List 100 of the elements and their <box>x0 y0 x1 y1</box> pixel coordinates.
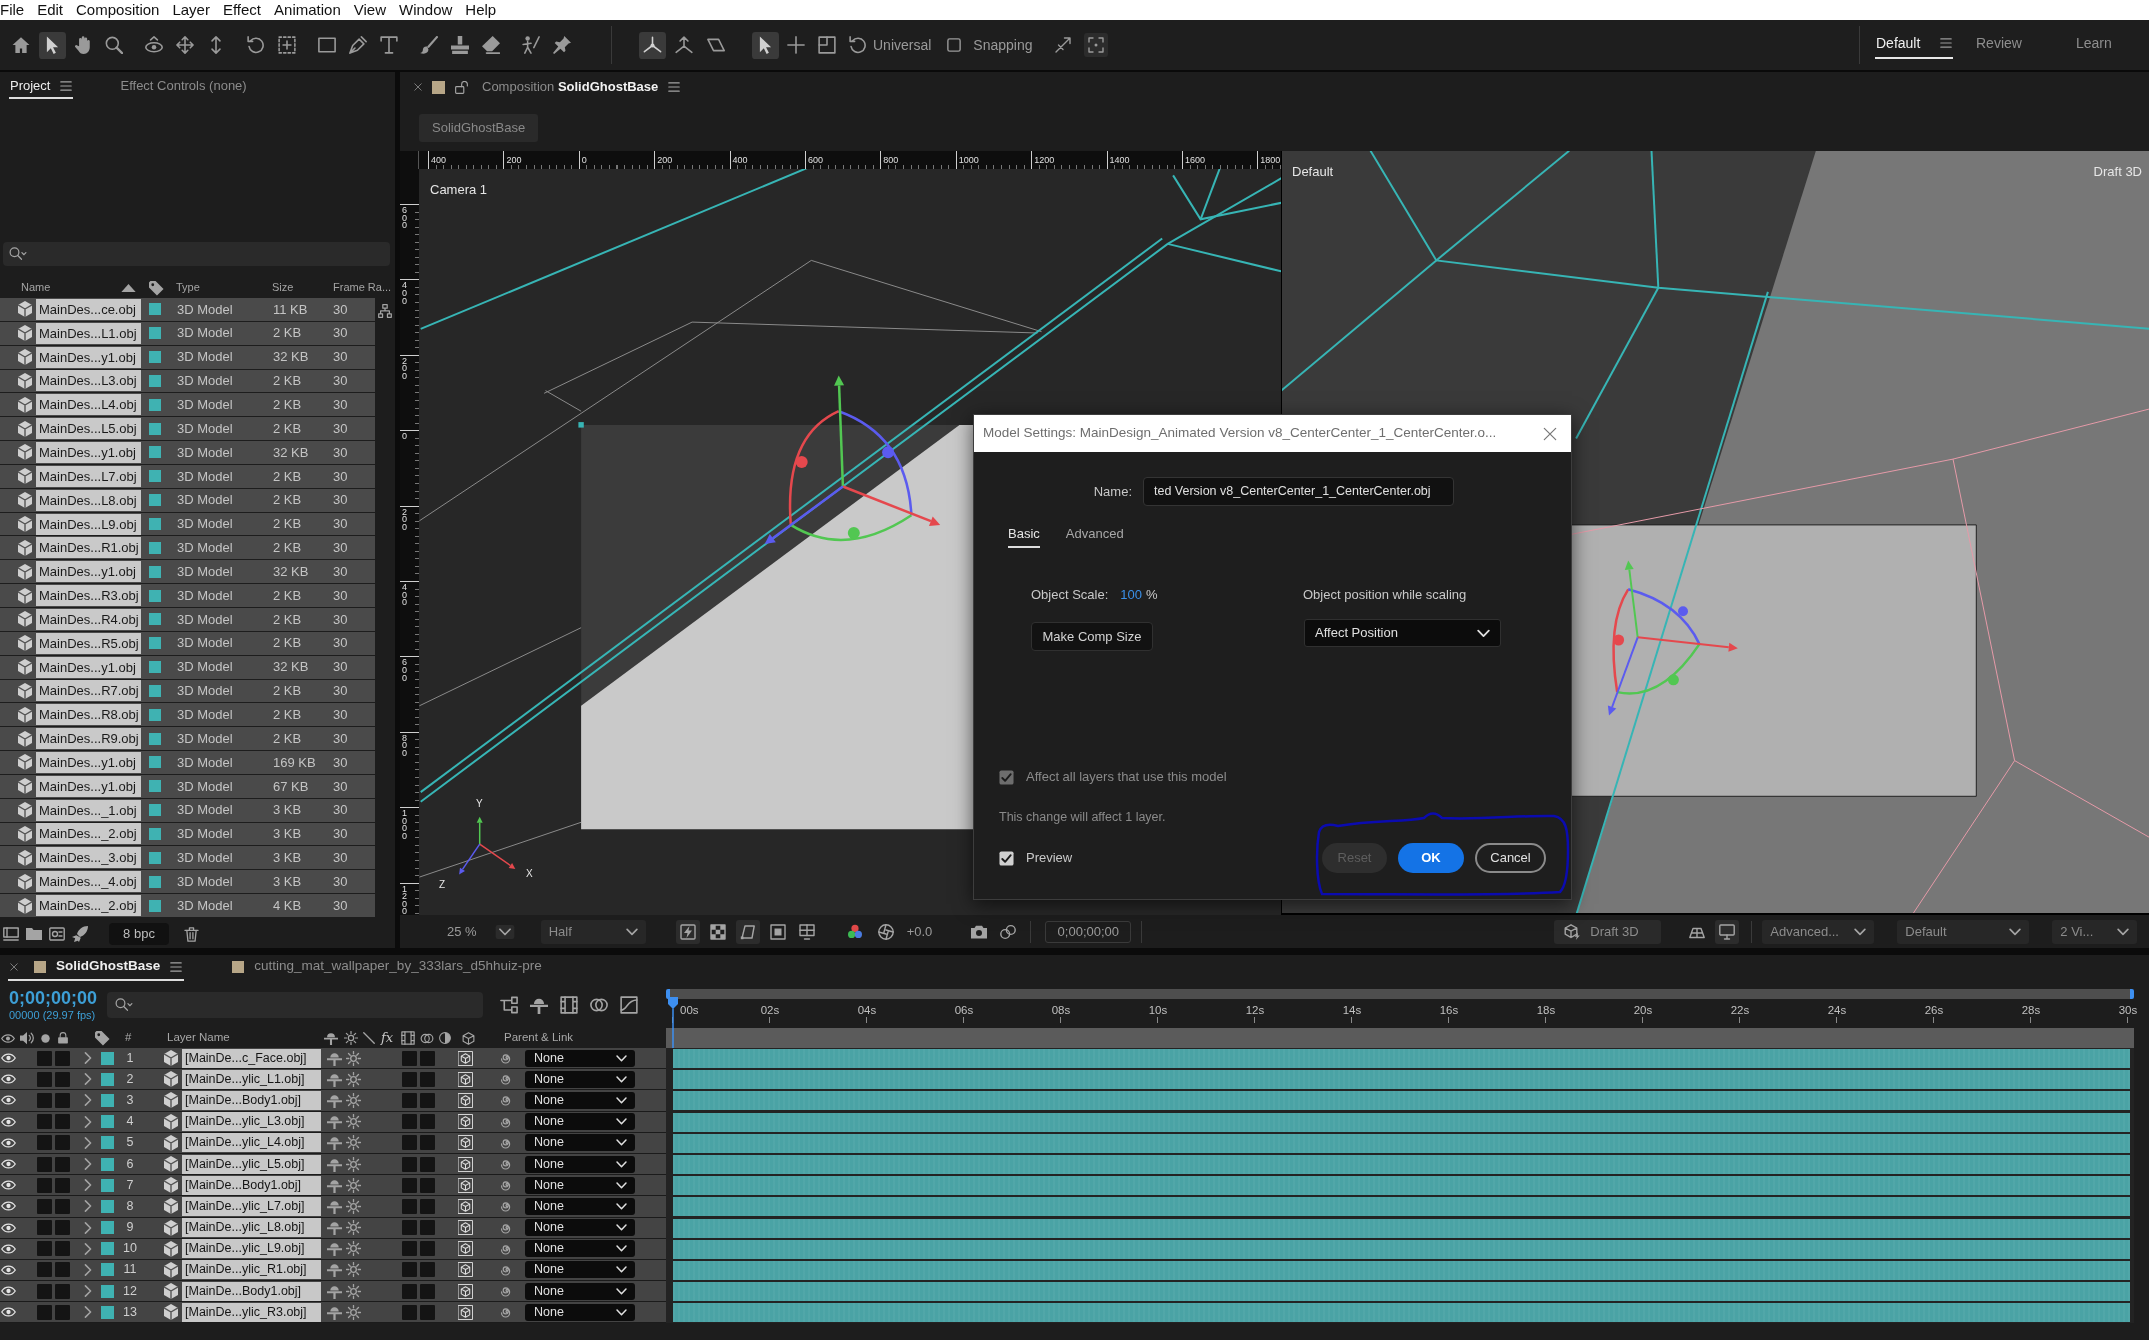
cube-outline-icon[interactable] <box>458 1304 473 1320</box>
chevron-right-icon[interactable] <box>84 1158 92 1171</box>
parent-dropdown[interactable]: None <box>525 1049 635 1067</box>
switch-toggle[interactable] <box>55 1283 70 1299</box>
rocket-icon[interactable] <box>72 926 88 942</box>
cube-outline-icon[interactable] <box>458 1092 473 1108</box>
cube-outline-icon[interactable] <box>458 1262 473 1278</box>
menu-icon[interactable] <box>668 81 681 93</box>
eye-icon[interactable] <box>1 1053 16 1064</box>
switch-toggle[interactable] <box>55 1304 70 1320</box>
cube-outline-icon[interactable] <box>458 1050 473 1066</box>
project-item-row[interactable]: MainDes...L1.obj 3D Model 2 KB 30 <box>0 321 375 346</box>
project-item-row[interactable]: MainDes...R3.obj 3D Model 2 KB 30 <box>0 584 375 608</box>
layout-dropdown[interactable]: 2 Vi... <box>2052 919 2138 944</box>
menu-item[interactable]: Animation <box>274 1 341 19</box>
switch-toggle[interactable] <box>420 1262 435 1278</box>
menu-item[interactable]: Effect <box>222 1 262 19</box>
layer-duration-bar[interactable] <box>673 1155 2130 1175</box>
layer-name[interactable]: [MainDe...ylic_R3.obj] <box>182 1302 321 1322</box>
menu-item[interactable]: View <box>353 1 386 19</box>
flowchart-icon[interactable] <box>378 304 392 318</box>
chevron-right-icon[interactable] <box>84 1306 92 1319</box>
workspace-tab[interactable]: Review <box>1975 30 2023 60</box>
shy-switch-icon[interactable] <box>327 1198 342 1214</box>
pen-icon[interactable] <box>349 36 367 54</box>
chevron-right-icon[interactable] <box>84 1073 92 1086</box>
project-item-row[interactable]: MainDes..._4.obj 3D Model 3 KB 30 <box>0 870 375 895</box>
switch-toggle[interactable] <box>37 1092 52 1108</box>
menu-item[interactable]: Help <box>465 1 497 19</box>
layer-row[interactable]: 1 [MainDe...c_Face.obj] None <box>0 1048 666 1070</box>
layer-duration-bar[interactable] <box>673 1260 2130 1280</box>
switch-toggle[interactable] <box>402 1135 417 1151</box>
switch-toggle[interactable] <box>37 1262 52 1278</box>
search-field[interactable] <box>3 242 390 266</box>
menu-item[interactable]: Composition <box>76 1 160 19</box>
pushpin-icon[interactable] <box>553 36 571 54</box>
cube-outline-icon[interactable] <box>458 1071 473 1087</box>
switch-toggle[interactable] <box>37 1156 52 1172</box>
stamp-icon[interactable] <box>451 36 469 54</box>
folder-icon[interactable] <box>26 926 42 942</box>
switch-toggle[interactable] <box>420 1135 435 1151</box>
timecode-field[interactable]: 0;00;00;00 <box>1045 920 1132 943</box>
layer-name[interactable]: [MainDe...ylic_L3.obj] <box>182 1112 321 1132</box>
eye-icon[interactable] <box>1 1180 16 1191</box>
switch-toggle[interactable] <box>37 1241 52 1257</box>
layer-duration-bar[interactable] <box>673 1176 2130 1196</box>
film-icon[interactable] <box>560 995 578 1014</box>
project-item-row[interactable]: MainDes...L4.obj 3D Model 2 KB 30 <box>0 393 375 418</box>
shy-switch-icon[interactable] <box>327 1283 342 1299</box>
grid-monitor-icon[interactable] <box>798 923 815 940</box>
layer-duration-bar[interactable] <box>673 1049 2130 1069</box>
cube-outline-icon[interactable] <box>458 1156 473 1172</box>
scale-value[interactable]: 100 <box>1120 587 1143 603</box>
axis-tripod-icon[interactable] <box>638 31 666 59</box>
timecode[interactable]: 0;00;00;00 <box>9 987 98 1008</box>
switch-toggle[interactable] <box>420 1198 435 1214</box>
split-square-icon[interactable] <box>818 36 836 54</box>
eye-icon[interactable] <box>1 1264 16 1275</box>
hand-icon[interactable] <box>74 36 92 54</box>
chevron-right-icon[interactable] <box>84 1179 92 1192</box>
shy-switch-icon[interactable] <box>327 1135 342 1151</box>
switch-toggle[interactable] <box>402 1156 417 1172</box>
panel-tab[interactable]: Effect Controls (none) <box>119 74 248 100</box>
parent-dropdown[interactable]: None <box>525 1261 635 1279</box>
camera-icon[interactable] <box>971 923 988 940</box>
column-header[interactable]: Frame Ra... <box>333 281 392 295</box>
switch-toggle[interactable] <box>420 1220 435 1236</box>
switch-toggle[interactable] <box>55 1220 70 1236</box>
layer-duration-bar[interactable] <box>673 1218 2130 1238</box>
layer-name[interactable]: [MainDe...Body1.obj] <box>182 1175 321 1195</box>
eye-icon[interactable] <box>1 1074 16 1085</box>
project-item-row[interactable]: MainDes..._2.obj 3D Model 3 KB 30 <box>0 822 375 847</box>
column-header[interactable]: Name <box>21 281 111 295</box>
switch-toggle[interactable] <box>402 1262 417 1278</box>
close-icon[interactable] <box>414 83 422 91</box>
chevron-right-icon[interactable] <box>84 1094 92 1107</box>
switch-toggle[interactable] <box>402 1092 417 1108</box>
switch-toggle[interactable] <box>55 1050 70 1066</box>
playhead[interactable] <box>668 997 678 1048</box>
resolution-dropdown[interactable]: Half <box>540 919 646 944</box>
layer-row[interactable]: 7 [MainDe...Body1.obj] None <box>0 1175 666 1197</box>
parent-dropdown[interactable]: None <box>525 1197 635 1215</box>
dialog-tab[interactable]: Basic <box>1008 526 1040 548</box>
workspace-tab[interactable]: Learn <box>2075 30 2113 60</box>
layer-row[interactable]: 5 [MainDe...ylic_L4.obj] None <box>0 1132 666 1154</box>
layer-name[interactable]: [MainDe...ylic_R1.obj] <box>182 1260 321 1280</box>
chevron-right-icon[interactable] <box>84 1242 92 1255</box>
layer-name[interactable]: [MainDe...ylic_L4.obj] <box>182 1133 321 1153</box>
project-item-row[interactable]: MainDes...L5.obj 3D Model 2 KB 30 <box>0 417 375 442</box>
breadcrumb-button[interactable]: SolidGhostBase <box>419 114 539 142</box>
layer-name[interactable]: [MainDe...ylic_L8.obj] <box>182 1218 321 1238</box>
shy-switch-icon[interactable] <box>327 1177 342 1193</box>
brush-icon[interactable] <box>420 36 438 54</box>
column-header[interactable]: Layer Name <box>167 1031 237 1045</box>
parent-dropdown[interactable]: None <box>525 1155 635 1173</box>
layer-row[interactable]: 6 [MainDe...ylic_L5.obj] None <box>0 1153 666 1176</box>
type-tool-icon[interactable] <box>380 36 398 54</box>
layer-duration-bar[interactable] <box>673 1239 2130 1259</box>
chevron-right-icon[interactable] <box>84 1285 92 1298</box>
layer-row[interactable]: 8 [MainDe...ylic_L7.obj] None <box>0 1196 666 1218</box>
